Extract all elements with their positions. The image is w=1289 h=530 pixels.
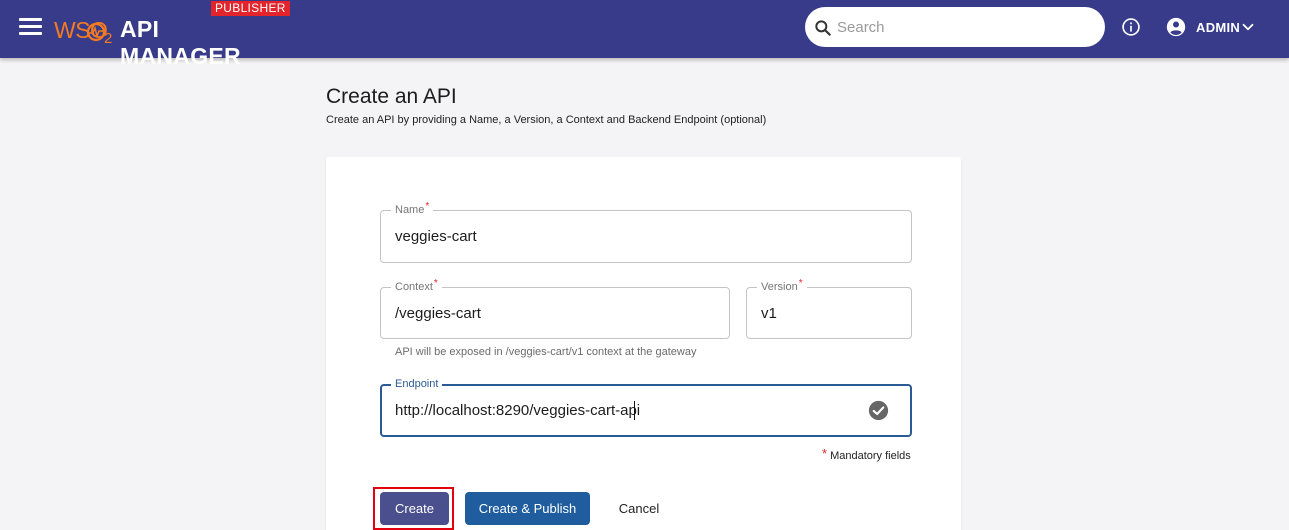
context-field[interactable]: Context* bbox=[380, 278, 730, 339]
endpoint-field[interactable]: Endpoint bbox=[380, 377, 912, 437]
check-circle-icon bbox=[868, 400, 889, 421]
user-name: ADMIN bbox=[1196, 20, 1241, 35]
context-input[interactable] bbox=[395, 288, 683, 338]
version-input[interactable] bbox=[761, 288, 865, 338]
context-helper-text: API will be exposed in /veggies-cart/v1 … bbox=[395, 346, 697, 358]
wso2-api-manager-logo[interactable]: WSO 2 API MANAGER PUBLISHER bbox=[54, 1, 290, 69]
logo-pulse-icon bbox=[86, 22, 106, 42]
account-circle-icon bbox=[1166, 17, 1186, 37]
logo-brand-subscript: 2 bbox=[104, 30, 113, 47]
page-subtitle: Create an API by providing a Name, a Ver… bbox=[326, 114, 767, 126]
cancel-button[interactable]: Cancel bbox=[608, 492, 670, 525]
hamburger-menu-icon[interactable] bbox=[18, 16, 44, 38]
required-asterisk: * bbox=[822, 446, 828, 461]
search-box[interactable] bbox=[805, 7, 1105, 47]
top-app-bar: WSO 2 API MANAGER PUBLISHER ADMIN bbox=[0, 0, 1289, 69]
chevron-down-icon bbox=[1242, 23, 1254, 31]
name-field[interactable]: Name* bbox=[380, 201, 912, 263]
create-button[interactable]: Create bbox=[380, 492, 449, 525]
version-field[interactable]: Version* bbox=[746, 278, 912, 339]
user-menu[interactable]: ADMIN bbox=[1166, 16, 1266, 38]
page-title: Create an API bbox=[326, 85, 457, 108]
search-icon bbox=[815, 20, 831, 36]
mandatory-fields-note: * Mandatory fields bbox=[822, 446, 911, 462]
text-cursor bbox=[634, 401, 635, 420]
endpoint-input[interactable] bbox=[395, 386, 863, 435]
create-and-publish-button[interactable]: Create & Publish bbox=[465, 492, 590, 525]
name-input[interactable] bbox=[395, 211, 865, 262]
info-icon[interactable] bbox=[1121, 17, 1141, 37]
search-input[interactable] bbox=[837, 13, 1092, 41]
publisher-badge: PUBLISHER bbox=[211, 1, 290, 16]
logo-product-text: API MANAGER bbox=[120, 16, 241, 69]
